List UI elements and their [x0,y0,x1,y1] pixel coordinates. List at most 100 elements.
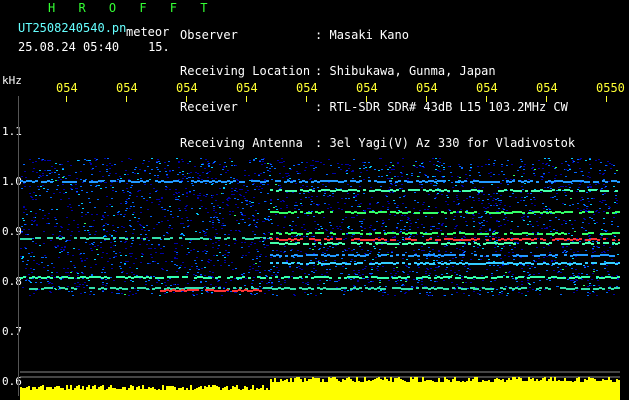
noise-pixel [121,293,123,294]
noise-pixel [148,161,150,162]
noise-pixel [224,225,226,226]
noise-pixel [75,188,77,189]
signal-pixel [599,287,602,289]
noise-pixel [301,269,303,270]
noise-pixel [55,247,57,248]
noise-pixel [569,205,571,206]
power-bar [528,377,530,400]
noise-pixel [62,168,64,169]
noise-pixel [494,241,496,242]
noise-pixel [603,179,605,180]
noise-pixel [593,285,595,286]
noise-pixel [402,258,404,259]
noise-pixel [58,286,60,287]
noise-pixel [553,278,555,279]
noise-pixel [409,236,411,237]
signal-pixel [188,238,191,240]
noise-pixel [313,203,315,204]
noise-pixel [311,271,313,272]
signal-pixel [611,288,614,290]
noise-pixel [368,282,370,283]
noise-pixel [421,279,423,280]
signal-pixel [191,238,194,240]
signal-pixel [507,242,510,244]
noise-pixel [542,203,544,204]
signal-pixel [224,181,227,183]
signal-pixel [263,287,266,289]
noise-pixel [406,259,408,260]
signal-pixel [336,243,339,245]
noise-pixel [213,206,215,207]
power-bar [530,379,532,400]
signal-pixel [447,238,450,240]
signal-pixel [572,288,575,290]
signal-pixel [549,190,552,192]
noise-pixel [385,241,387,242]
noise-pixel [226,204,228,205]
signal-pixel [438,239,441,241]
signal-pixel [473,288,476,290]
noise-pixel [426,292,428,293]
noise-pixel [561,224,563,225]
signal-pixel [540,189,543,191]
noise-pixel [551,265,553,266]
signal-pixel [377,277,380,279]
signal-pixel [474,211,477,213]
power-bar [118,389,120,400]
noise-pixel [534,199,536,200]
noise-pixel [531,266,533,267]
noise-pixel [543,208,545,209]
noise-pixel [289,266,291,267]
signal-pixel [519,262,522,264]
signal-pixel [591,243,594,245]
noise-pixel [259,241,261,242]
noise-pixel [71,189,73,190]
noise-pixel [563,251,565,252]
signal-pixel [354,232,357,234]
signal-pixel [504,212,507,214]
noise-pixel [297,173,299,174]
signal-pixel [179,181,182,183]
noise-pixel [233,178,235,179]
signal-pixel [618,262,620,264]
power-bar [508,378,510,400]
noise-pixel [70,165,72,166]
power-bar [112,388,114,400]
signal-pixel [396,243,399,245]
signal-pixel [80,237,83,239]
noise-pixel [370,281,372,282]
signal-pixel [294,254,297,256]
noise-pixel [265,219,267,220]
noise-pixel [426,268,428,269]
noise-pixel [126,237,128,238]
noise-pixel [115,253,117,254]
noise-pixel [33,293,35,294]
signal-pixel [495,212,498,214]
noise-pixel [352,170,354,171]
noise-pixel [382,266,384,267]
noise-pixel [35,282,37,283]
noise-pixel [116,181,118,182]
noise-pixel [160,239,162,240]
noise-pixel [556,286,558,287]
noise-pixel [448,240,450,241]
noise-pixel [423,227,425,228]
noise-pixel [78,249,80,250]
noise-pixel [121,272,123,273]
signal-pixel [170,181,173,183]
noise-pixel [473,179,475,180]
noise-pixel [50,292,52,293]
noise-pixel [229,211,231,212]
signal-pixel [444,262,447,264]
noise-pixel [616,262,618,263]
noise-pixel [601,229,603,230]
noise-pixel [500,250,502,251]
signal-pixel [288,190,291,192]
noise-pixel [30,268,32,269]
signal-pixel [501,238,504,240]
x-tick-mark [306,96,307,102]
signal-pixel [588,211,591,213]
noise-pixel [44,160,46,161]
signal-pixel [374,276,377,278]
noise-pixel [276,295,278,296]
